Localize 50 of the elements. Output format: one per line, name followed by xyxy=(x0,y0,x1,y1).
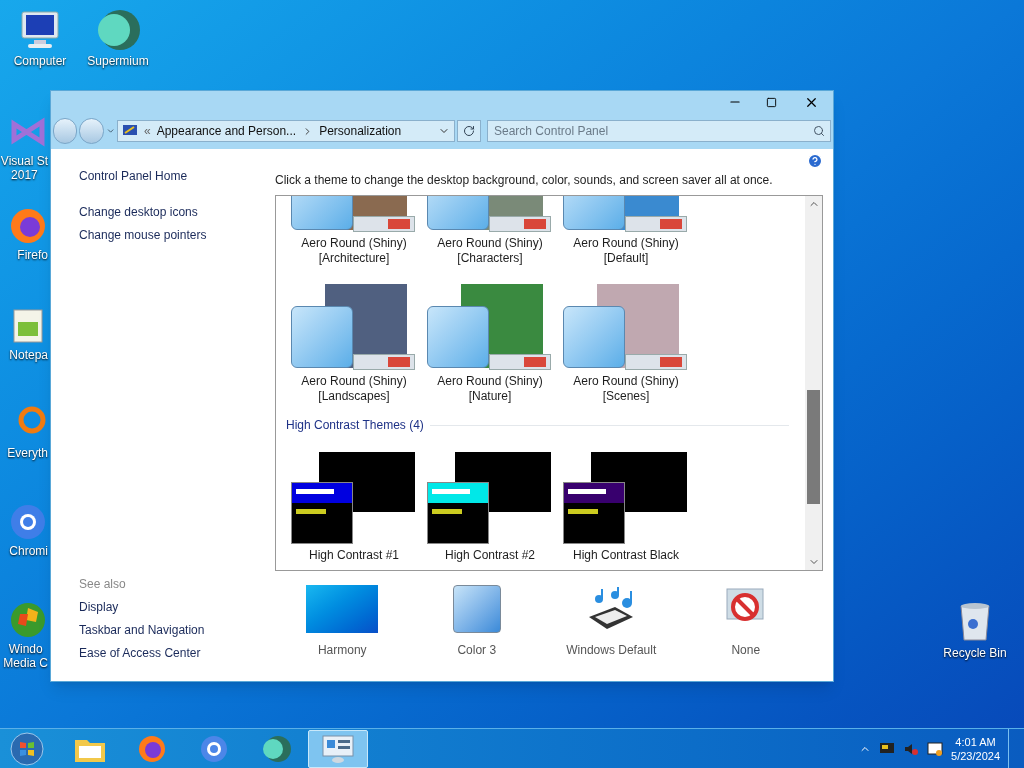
theme-name[interactable]: Aero Round (Shiny) [Landscapes] xyxy=(301,374,407,404)
group-heading: High Contrast Themes (4) xyxy=(286,417,424,434)
forward-button[interactable] xyxy=(79,118,104,144)
tray-network-icon[interactable] xyxy=(927,740,944,757)
see-also-link[interactable]: Display xyxy=(79,596,275,619)
setting-label[interactable]: Harmony xyxy=(317,641,367,659)
back-button[interactable] xyxy=(53,118,78,144)
theme-name[interactable]: Aero Round (Shiny) [Nature] xyxy=(437,374,543,404)
orb-icon xyxy=(8,600,48,640)
taskbar-button[interactable] xyxy=(308,729,368,768)
setting-label[interactable]: Windows Default xyxy=(566,641,657,659)
history-dropdown-icon[interactable] xyxy=(105,126,115,136)
see-also-link[interactable]: Ease of Access Center xyxy=(79,642,275,665)
refresh-icon xyxy=(462,125,475,137)
breadcrumb[interactable]: Personalization xyxy=(319,122,402,140)
refresh-button[interactable] xyxy=(456,120,481,142)
overflow-mark[interactable]: « xyxy=(144,122,151,140)
maximize-icon xyxy=(765,96,777,108)
theme-name[interactable]: High Contrast #2 xyxy=(444,548,535,563)
scrollbar[interactable] xyxy=(805,196,822,570)
color-swatch xyxy=(452,585,501,633)
sidebar-link[interactable]: Change mouse pointers xyxy=(79,224,275,247)
desktop-icon-label[interactable]: Windo Media C xyxy=(3,642,48,670)
instruction-text: Click a theme to change the desktop background, color, sounds, and screen saver all at once. xyxy=(275,172,774,189)
theme-name[interactable]: High Contrast #1 xyxy=(308,548,399,563)
theme-name[interactable]: Aero Round (Shiny) [Characters] xyxy=(437,236,543,266)
theme-name[interactable]: Aero Round (Shiny) [Scenes] xyxy=(573,374,679,404)
start-button-icon[interactable] xyxy=(8,730,46,767)
address-bar[interactable]: « Appearance and Person... Personalization xyxy=(117,120,455,142)
breadcrumb[interactable]: Appearance and Person... xyxy=(156,122,297,140)
sidebar-link[interactable]: Control Panel Home xyxy=(79,165,275,188)
theme-name[interactable]: Aero Round (Shiny) [Architecture] xyxy=(301,236,407,266)
search-field[interactable]: Search Control Panel xyxy=(487,120,831,142)
desktop-icon-label[interactable]: Recycle Bin xyxy=(943,646,1007,660)
search-icon[interactable] xyxy=(813,125,825,137)
theme-name[interactable]: High Contrast Black xyxy=(572,548,679,563)
see-also-heading: See also xyxy=(79,576,127,593)
help-icon[interactable] xyxy=(807,153,823,169)
theme-name[interactable]: Aero Round (Shiny) [Default] xyxy=(573,236,679,266)
desktop-icon-label[interactable]: Chromi xyxy=(9,544,48,558)
sphere-icon[interactable] xyxy=(260,733,292,764)
scroll-thumb[interactable] xyxy=(807,390,820,504)
control-panel-icon xyxy=(122,124,138,138)
desktop-icon-label[interactable]: Everyth xyxy=(7,446,48,460)
setting-label[interactable]: None xyxy=(731,641,761,659)
control-panel-icon[interactable] xyxy=(321,733,355,764)
sidebar-link[interactable]: Change desktop icons xyxy=(79,201,275,224)
setting-label[interactable]: Color 3 xyxy=(457,641,497,659)
see-also-link[interactable]: Taskbar and Navigation xyxy=(79,619,275,642)
clock[interactable]: 4:01 AM 5/23/2024 xyxy=(951,734,1000,763)
